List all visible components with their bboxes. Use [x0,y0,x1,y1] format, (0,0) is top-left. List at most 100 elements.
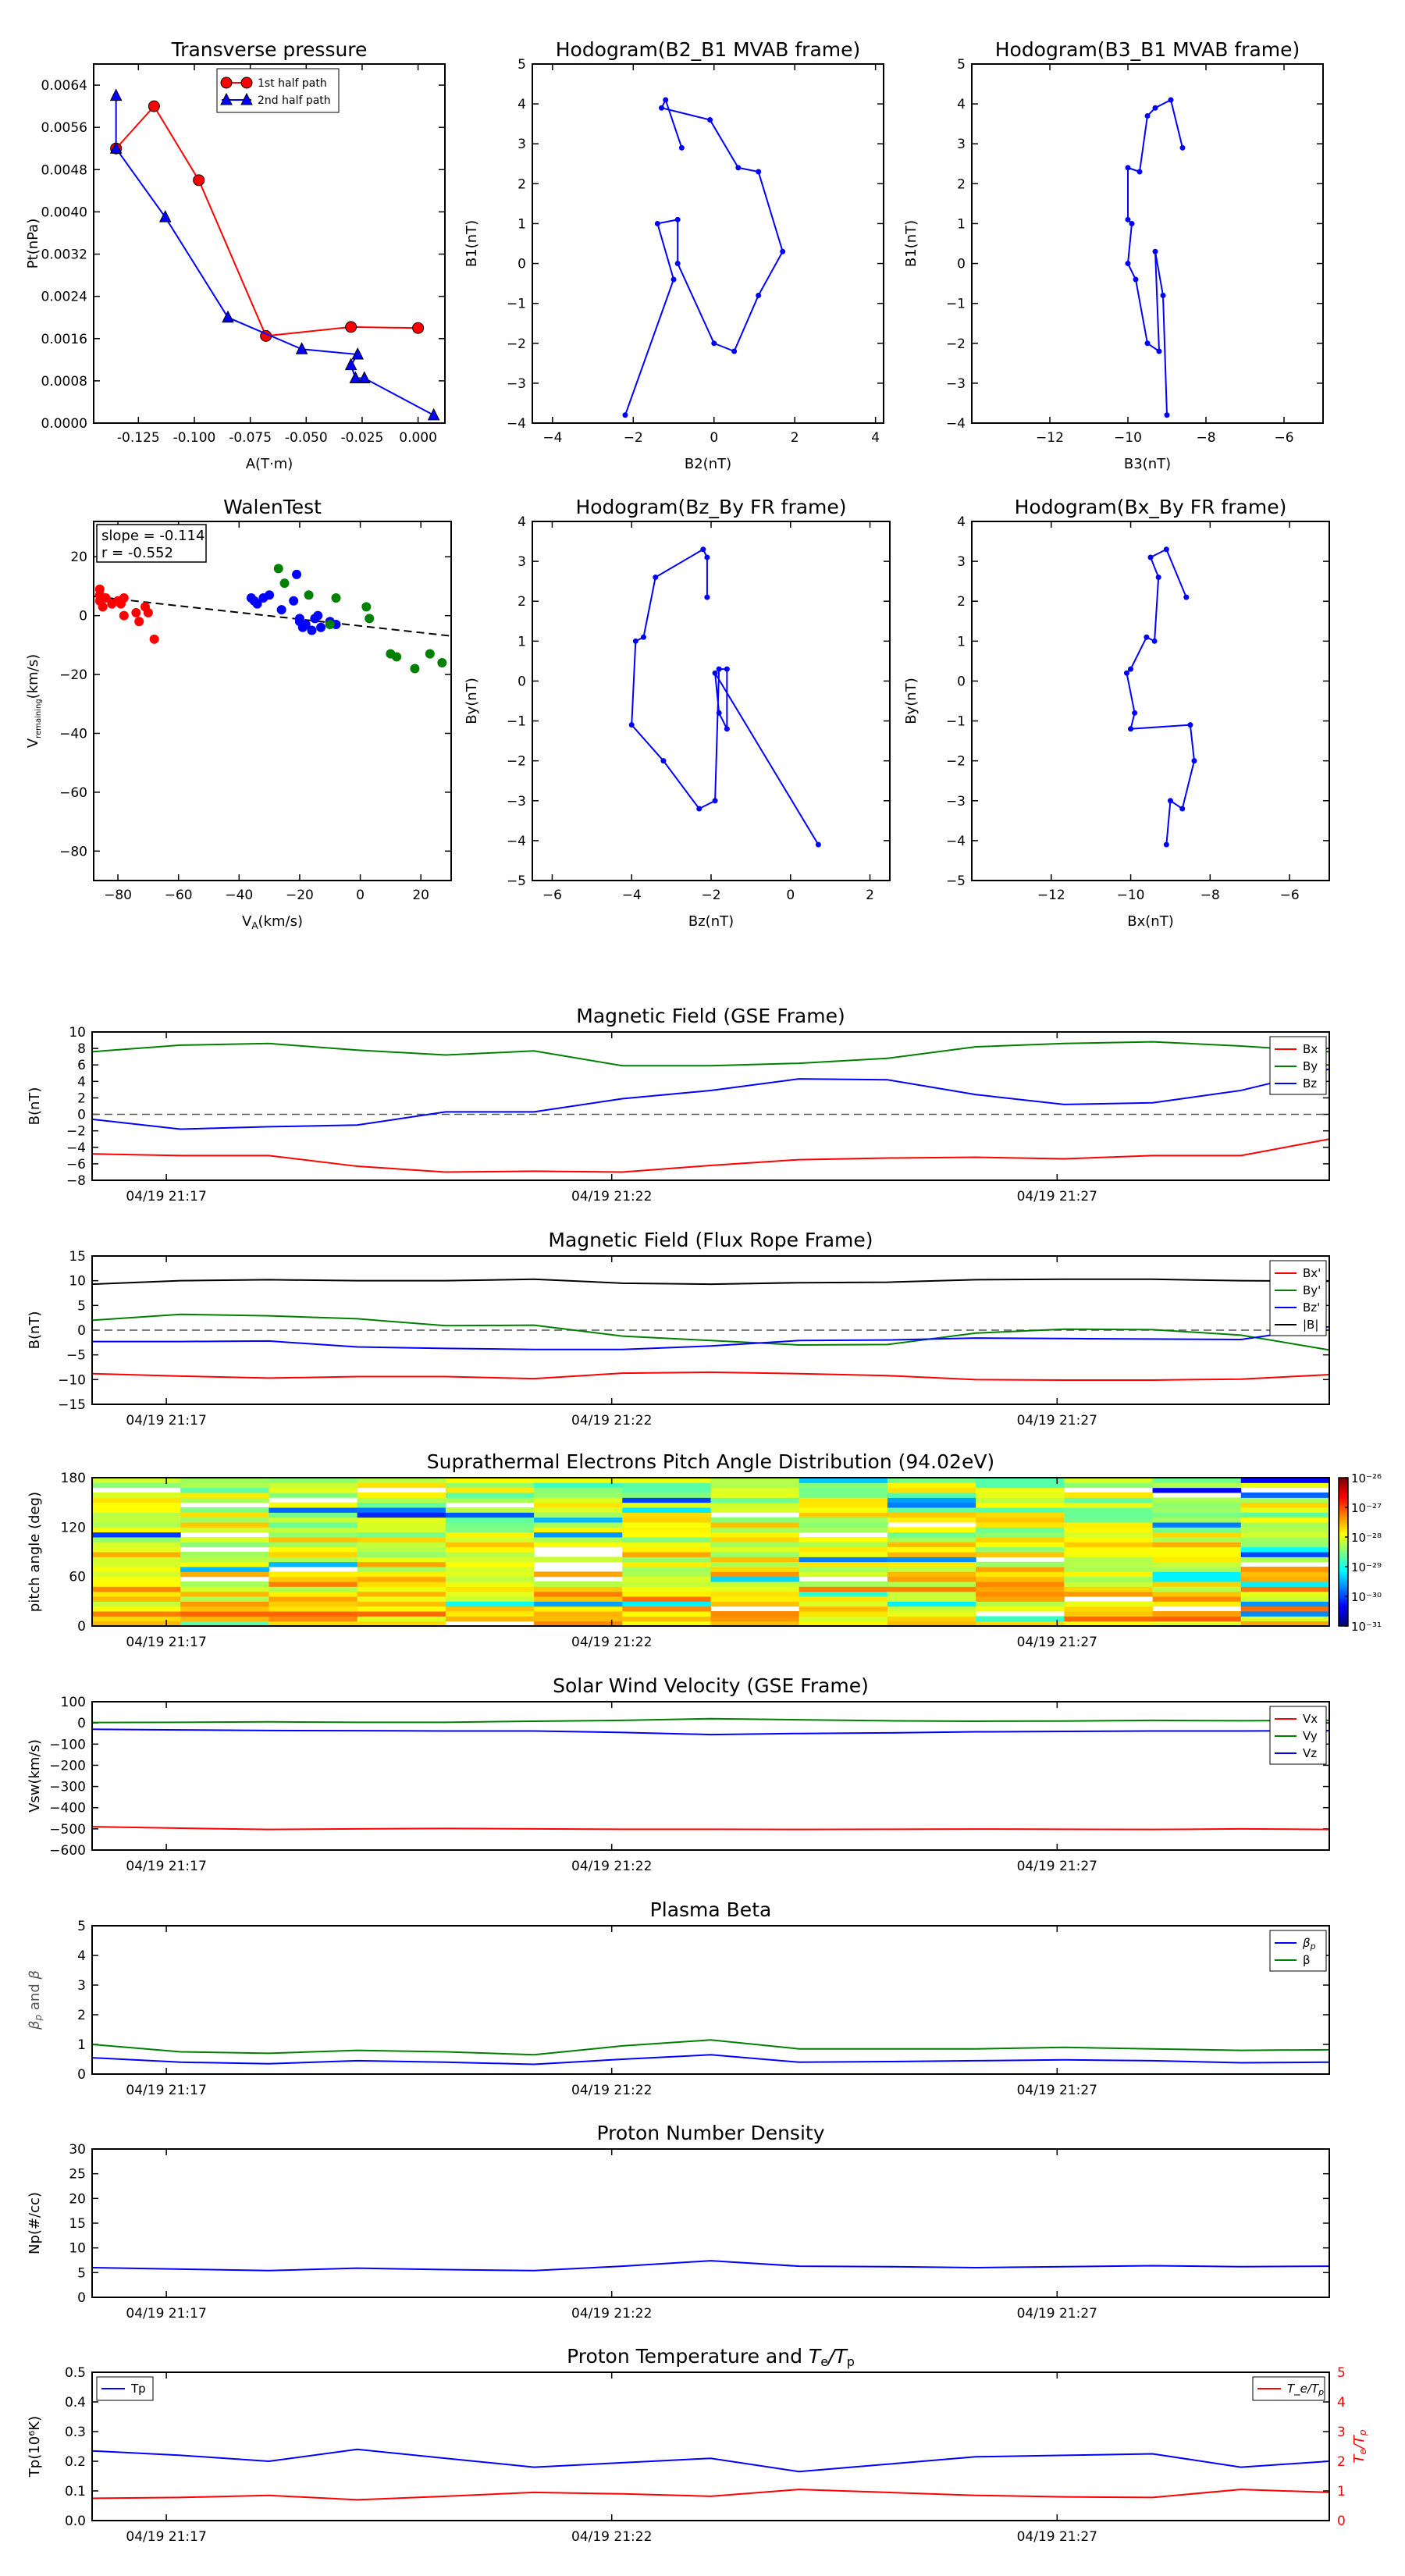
heatmap-cell [92,1512,181,1518]
heatmap-cell [1152,1537,1242,1542]
x-tick-label: 2 [866,888,874,903]
data-point [628,722,635,728]
heatmap-cell [1064,1557,1154,1563]
heatmap-cell [976,1537,1065,1542]
x-axis-label-unit: (km/s) [258,913,303,930]
data-point [660,758,667,764]
y-tick-label: −500 [49,1822,86,1838]
heatmap-cell [799,1482,888,1489]
heatmap-cell [92,1537,181,1542]
time-tick-label: 04/19 21:22 [571,1859,652,1874]
data-point [279,578,290,589]
heatmap-cell [1152,1507,1242,1513]
heatmap-cell [622,1571,711,1578]
data-point [1144,340,1151,347]
y-tick-label: 0.0056 [41,120,87,136]
legend-label: Vz [1303,1746,1317,1760]
colorbar-segment [1339,1603,1348,1607]
y-tick-label: −2 [507,336,526,352]
y-axis-label: Np(#/cc) [27,2192,43,2254]
chart-hodogram-bx-by: Hodogram(Bx_By FR frame)Bx(nT)By(nT)−12−… [903,496,1330,930]
heatmap-cell [799,1571,888,1578]
time-tick-label: 04/19 21:17 [126,1413,206,1429]
y-tick-label: −200 [49,1758,86,1774]
colorbar-segment [1339,1493,1348,1496]
heatmap-cell [976,1552,1065,1557]
data-point [265,590,275,600]
heatmap-cell [976,1482,1065,1489]
heatmap-cell [976,1512,1065,1518]
heatmap-cell [1240,1582,1330,1587]
heatmap-cell [180,1482,269,1489]
heatmap-cell [622,1517,711,1523]
heatmap-cell [1152,1532,1242,1538]
y-tick-label: 25 [69,2167,86,2183]
heatmap-cell [534,1487,623,1493]
data-point [1164,412,1170,418]
y-tick-label: 0 [77,2290,86,2306]
heatmap-cell [534,1522,623,1528]
heatmap-cell [622,1487,711,1493]
heatmap-cell [1064,1576,1154,1582]
chart-pitch-angle: Suprathermal Electrons Pitch Angle Distr… [27,1450,1382,1650]
y-tick-label: −4 [507,834,526,849]
heatmap-cell [445,1567,535,1572]
colorbar-segment [1339,1489,1348,1493]
heatmap-cell [710,1557,800,1563]
heatmap-cell [710,1611,800,1617]
y-tick-label: 3 [77,1978,86,1994]
heatmap-cell [710,1586,800,1592]
heatmap-cell [622,1601,711,1607]
y-tick-label: 2 [957,594,966,610]
y-tick-label: 0.0064 [41,78,87,94]
legend-label: Tp [130,2382,146,2396]
annotation-r: r = -0.552 [101,545,173,561]
heatmap-cell [445,1576,535,1582]
data-point [325,619,335,629]
y-tick-label: 0.0000 [41,416,87,432]
y-label-rest: and [27,1980,43,2015]
heatmap-cell [269,1596,358,1602]
heatmap-cell [1152,1542,1242,1548]
data-point [220,76,233,89]
heatmap-cell [269,1542,358,1548]
y-tick-label: 2 [957,176,966,192]
y-tick-label: 0 [77,2067,86,2083]
chart-proton-temperature: Proton Temperature and Te/TpTp(10⁶K)0.00… [27,2345,1368,2545]
heatmap-cell [887,1567,976,1572]
heatmap-cell [180,1537,269,1542]
series-line [91,2054,1330,2065]
heatmap-cell [976,1487,1065,1493]
heatmap-cell [534,1557,623,1563]
heatmap-cell [1064,1497,1154,1503]
y-tick-label: −6 [66,1157,86,1172]
data-point [289,596,299,606]
colorbar-tick-label: 10⁻²⁶ [1351,1471,1382,1485]
heatmap-cell [269,1478,358,1483]
heatmap-cell [1152,1567,1242,1572]
y-right-axis-label: Te/Tp [1351,2429,1368,2463]
heatmap-cell [92,1517,181,1523]
colorbar-segment [1339,1480,1348,1483]
colorbar-segment [1339,1589,1348,1592]
heatmap-cell [1240,1537,1330,1542]
heatmap-cell [534,1606,623,1612]
series-line [91,2039,1330,2056]
y-tick-label: −3 [946,376,966,392]
y-tick-label: 0.0016 [41,332,87,347]
y-tick-label: −400 [49,1801,86,1816]
heatmap-cell [445,1497,535,1503]
y-tick-label: 1 [957,634,966,649]
heatmap-cell [269,1586,358,1592]
heatmap-cell [799,1546,888,1553]
heatmap-cell [710,1601,800,1607]
annotation-slope: slope = -0.114 [101,528,205,544]
heatmap-cell [1240,1552,1330,1557]
y-tick-label: 0.5 [65,2365,86,2381]
heatmap-cell [1240,1591,1330,1597]
heatmap-cell [887,1497,976,1503]
time-tick-label: 04/19 21:27 [1017,2083,1097,2098]
time-tick-label: 04/19 21:22 [571,1413,652,1429]
y-axis-label: B1(nT) [903,220,919,267]
heatmap-cell [976,1576,1065,1582]
